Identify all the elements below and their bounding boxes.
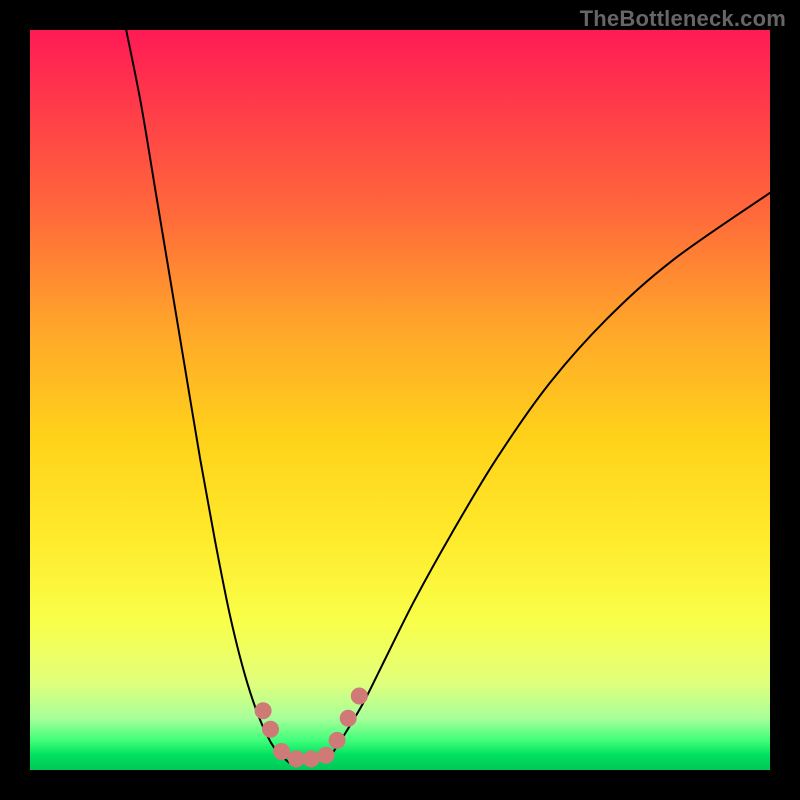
- marker-group: [255, 688, 367, 767]
- curve-left: [126, 30, 289, 763]
- data-marker: [351, 688, 367, 704]
- watermark-text: TheBottleneck.com: [580, 6, 786, 32]
- data-marker: [274, 744, 290, 760]
- data-marker: [340, 710, 356, 726]
- data-marker: [329, 732, 345, 748]
- data-marker: [263, 721, 279, 737]
- data-marker: [318, 747, 334, 763]
- data-marker: [255, 703, 271, 719]
- chart-svg: [30, 30, 770, 770]
- data-marker: [288, 751, 304, 767]
- chart-container: TheBottleneck.com: [0, 0, 800, 800]
- curve-right: [326, 193, 770, 763]
- data-marker: [303, 751, 319, 767]
